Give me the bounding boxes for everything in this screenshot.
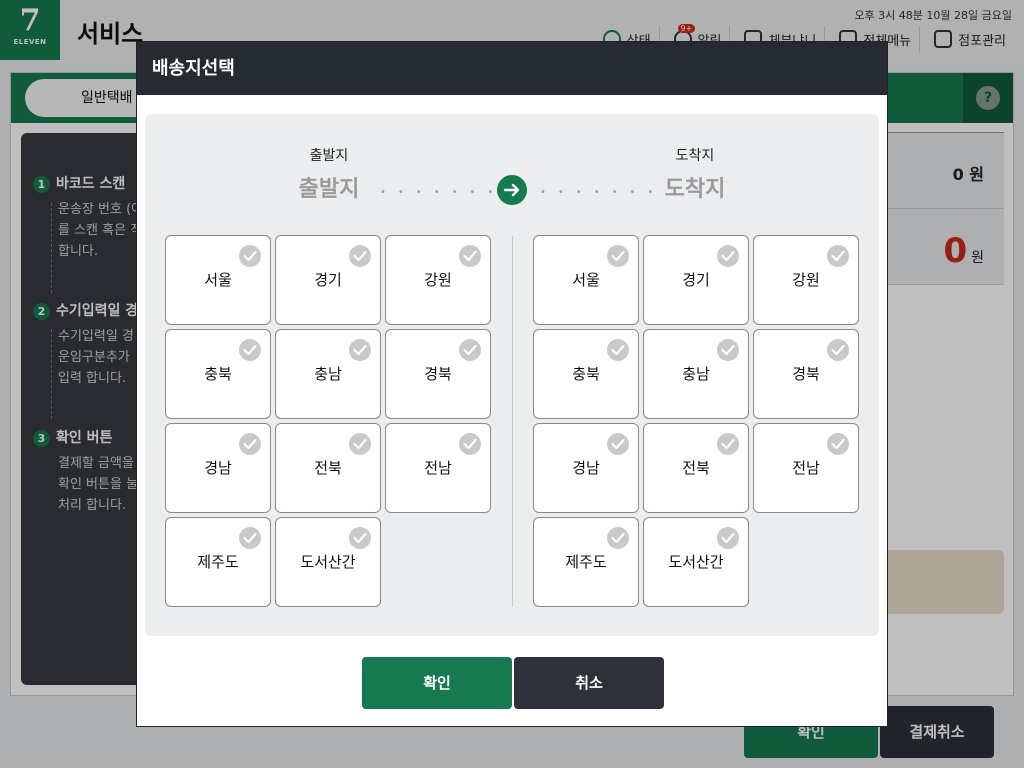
check-icon xyxy=(717,527,739,549)
check-icon xyxy=(717,245,739,267)
route-dots-left: ••••••• xyxy=(380,187,506,198)
check-icon xyxy=(827,433,849,455)
check-icon xyxy=(349,433,371,455)
region-label: 전남 xyxy=(424,459,452,477)
region-label: 서울 xyxy=(572,271,600,289)
region-label: 전북 xyxy=(682,459,710,477)
destination-label: 도착지 xyxy=(675,148,715,164)
region-label: 충남 xyxy=(682,365,710,383)
confirm-button[interactable]: 확인 xyxy=(362,657,512,709)
check-icon xyxy=(827,245,849,267)
region-label: 전남 xyxy=(792,459,820,477)
check-icon xyxy=(607,245,629,267)
check-icon xyxy=(717,433,739,455)
region-label: 경북 xyxy=(424,365,452,383)
origin-region-button[interactable]: 도서산간 xyxy=(275,517,381,607)
region-label: 도서산간 xyxy=(300,553,356,571)
region-label: 충남 xyxy=(314,365,342,383)
check-icon xyxy=(349,339,371,361)
origin-region-button[interactable]: 충남 xyxy=(275,329,381,419)
region-label: 경남 xyxy=(572,459,600,477)
check-icon xyxy=(349,527,371,549)
region-label: 강원 xyxy=(424,271,452,289)
check-icon xyxy=(459,339,481,361)
region-label: 강원 xyxy=(792,271,820,289)
origin-region-button[interactable]: 경남 xyxy=(165,423,271,513)
check-icon xyxy=(827,339,849,361)
arrow-right-icon xyxy=(497,175,527,205)
destination-region-button[interactable]: 경북 xyxy=(753,329,859,419)
destination-region-button[interactable]: 제주도 xyxy=(533,517,639,607)
region-label: 경북 xyxy=(792,365,820,383)
check-icon xyxy=(459,245,481,267)
origin-region-button[interactable]: 경북 xyxy=(385,329,491,419)
check-icon xyxy=(607,339,629,361)
region-label: 충북 xyxy=(204,365,232,383)
check-icon xyxy=(607,433,629,455)
destination-region-button[interactable]: 충북 xyxy=(533,329,639,419)
origin-region-button[interactable]: 충북 xyxy=(165,329,271,419)
check-icon xyxy=(239,527,261,549)
origin-value: 출발지 xyxy=(298,177,360,202)
check-icon xyxy=(717,339,739,361)
destination-region-button[interactable]: 서울 xyxy=(533,235,639,325)
check-icon xyxy=(349,245,371,267)
origin-region-button[interactable]: 경기 xyxy=(275,235,381,325)
origin-region-button[interactable]: 강원 xyxy=(385,235,491,325)
check-icon xyxy=(239,339,261,361)
region-label: 도서산간 xyxy=(668,553,724,571)
destination-region-button[interactable]: 경남 xyxy=(533,423,639,513)
modal-body: 출발지 출발지 ••••••• ••••••• 도착지 도착지 서울 경기 강원 충북… xyxy=(145,114,879,636)
origin-label: 출발지 xyxy=(309,148,349,164)
region-label: 경기 xyxy=(682,271,710,289)
region-label: 충북 xyxy=(572,365,600,383)
region-label: 경기 xyxy=(314,271,342,289)
destination-region-button[interactable]: 전북 xyxy=(643,423,749,513)
origin-region-button[interactable]: 제주도 xyxy=(165,517,271,607)
grid-divider xyxy=(512,236,513,607)
check-icon xyxy=(239,433,261,455)
region-label: 제주도 xyxy=(565,553,607,571)
region-label: 서울 xyxy=(204,271,232,289)
cancel-button[interactable]: 취소 xyxy=(514,657,664,709)
destination-value: 도착지 xyxy=(664,177,726,202)
check-icon xyxy=(239,245,261,267)
region-label: 제주도 xyxy=(197,553,239,571)
check-icon xyxy=(459,433,481,455)
origin-region-button[interactable]: 서울 xyxy=(165,235,271,325)
modal-title: 배송지선택 xyxy=(137,42,887,95)
origin-region-button[interactable]: 전북 xyxy=(275,423,381,513)
destination-region-button[interactable]: 강원 xyxy=(753,235,859,325)
destination-select-modal: 배송지선택 출발지 출발지 ••••••• ••••••• 도착지 도착지 서울… xyxy=(136,41,888,727)
origin-region-button[interactable]: 전남 xyxy=(385,423,491,513)
destination-region-button[interactable]: 전남 xyxy=(753,423,859,513)
check-icon xyxy=(607,527,629,549)
region-label: 전북 xyxy=(314,459,342,477)
destination-region-button[interactable]: 경기 xyxy=(643,235,749,325)
region-label: 경남 xyxy=(204,459,232,477)
destination-region-button[interactable]: 도서산간 xyxy=(643,517,749,607)
destination-region-button[interactable]: 충남 xyxy=(643,329,749,419)
